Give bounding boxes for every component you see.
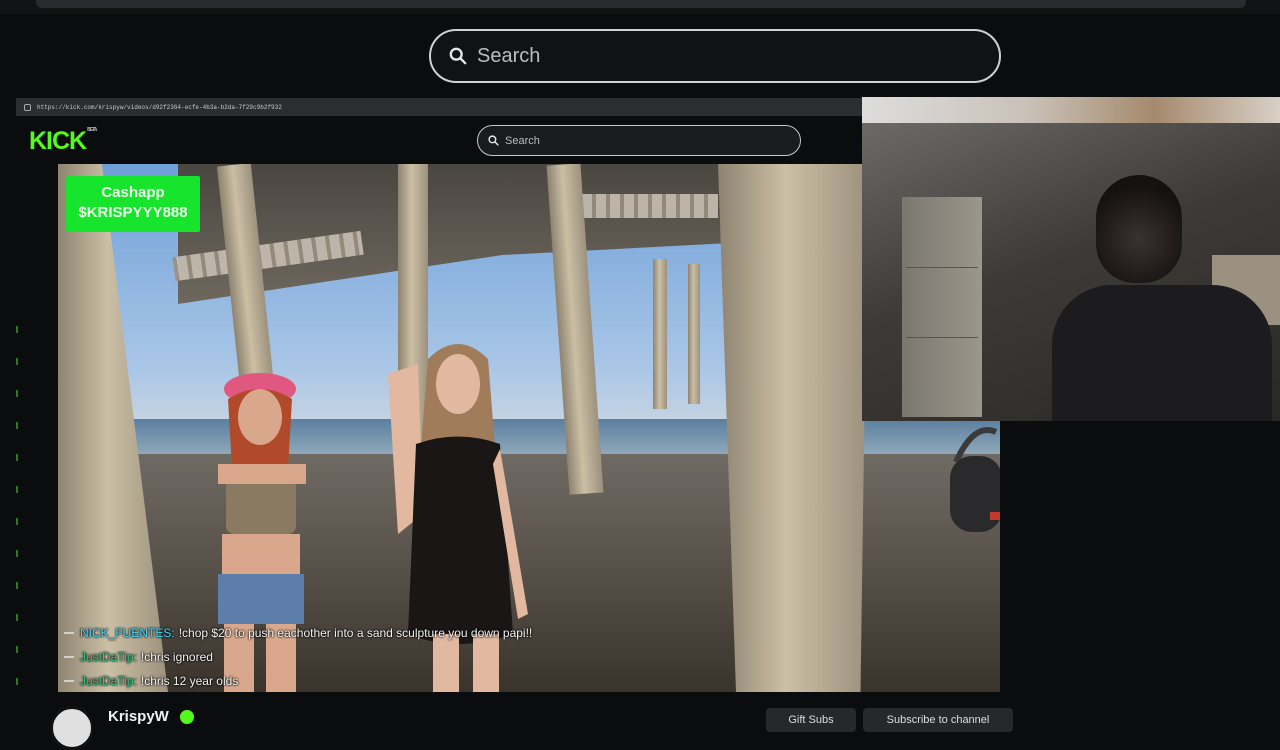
sidebar-indicator [16, 614, 18, 621]
chat-username[interactable]: JustDaTip: [80, 674, 137, 688]
sidebar-indicator [16, 358, 18, 365]
chat-username[interactable]: NICK_FUENTES: [80, 626, 175, 640]
browser-top-strip [0, 0, 1280, 14]
address-bar[interactable]: https://kick.com/krispyw/videos/d92f2364… [16, 98, 874, 116]
gift-subs-button[interactable]: Gift Subs [766, 708, 856, 732]
search-icon [449, 47, 467, 65]
sidebar-indicator [16, 422, 18, 429]
browser-tab-strip [36, 0, 1246, 8]
sidebar-indicator [16, 326, 18, 333]
verified-icon [180, 710, 194, 724]
chat-username[interactable]: JustDaTip: [80, 650, 137, 664]
webcam-cabinet [902, 197, 982, 417]
webcam-feed [862, 97, 1280, 421]
pier-post [718, 164, 868, 692]
chat-text: !chop $20 to push eachother into a sand … [178, 626, 533, 640]
chat-message: JustDaTip: !chris ignored [64, 645, 664, 669]
chat-text: !chris 12 year olds [140, 674, 239, 688]
sidebar-indicator [16, 390, 18, 397]
cashapp-handle: $KRISPYYY888 [78, 204, 188, 221]
kick-logo[interactable]: KICKBETA [29, 127, 97, 156]
cashapp-label: Cashapp [101, 184, 165, 201]
webcam-ceiling [862, 97, 1280, 123]
kick-search-input[interactable]: Search [477, 125, 801, 156]
kick-search-placeholder: Search [505, 134, 540, 147]
chat-bullet-icon [64, 632, 74, 634]
sidebar-indicator [16, 486, 18, 493]
chat-text: !chris ignored [140, 650, 213, 664]
kick-logo-text: KICK [29, 127, 87, 155]
kick-beta-badge: BETA [87, 127, 97, 133]
headphones-icon [950, 427, 1002, 532]
player-side-gutter [1000, 421, 1030, 692]
subscribe-button[interactable]: Subscribe to channel [863, 708, 1013, 732]
webcam-person-head [1096, 175, 1182, 283]
pier-post [688, 264, 700, 404]
channel-name[interactable]: KrispyW [108, 708, 169, 725]
address-url: https://kick.com/krispyw/videos/d92f2364… [37, 103, 282, 111]
main-search-placeholder: Search [477, 44, 541, 67]
webcam-person [1052, 175, 1272, 421]
chat-message: NICK_FUENTES: !chop $20 to push eachother… [64, 621, 664, 645]
cashapp-banner: Cashapp $KRISPYYY888 [66, 176, 200, 232]
lock-icon [24, 103, 31, 111]
search-icon [488, 135, 499, 146]
video-player[interactable] [58, 164, 1000, 692]
pier-railing [578, 194, 718, 218]
sidebar-indicator [16, 518, 18, 525]
kick-header: KICKBETA Search [16, 116, 866, 164]
chat-overlay: NICK_FUENTES: !chop $20 to push eachother… [64, 621, 664, 693]
sidebar-indicator [16, 454, 18, 461]
sidebar-indicator [16, 646, 18, 653]
chat-bullet-icon [64, 656, 74, 658]
cabinet-drawer-line [906, 267, 978, 268]
sidebar-indicator [16, 678, 18, 685]
chat-bullet-icon [64, 680, 74, 682]
main-search-input[interactable]: Search [429, 29, 1001, 83]
pier-post [653, 259, 667, 409]
sidebar-indicator [16, 582, 18, 589]
avatar[interactable] [50, 706, 94, 750]
webcam-person-body [1052, 285, 1272, 421]
left-sidebar [0, 116, 28, 720]
sidebar-indicator [16, 550, 18, 557]
chat-message: JustDaTip: !chris 12 year olds [64, 669, 664, 693]
cabinet-drawer-line [906, 337, 978, 338]
